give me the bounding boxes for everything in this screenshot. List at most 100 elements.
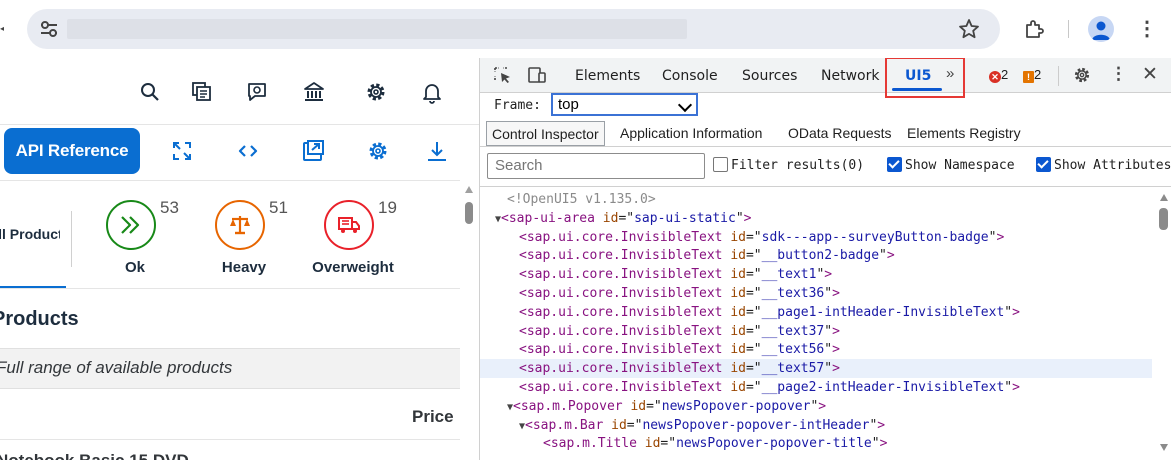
tree-node[interactable]: <!OpenUI5 v1.135.0> <box>480 190 1152 209</box>
tree-attr-name: id <box>730 248 746 264</box>
subtab-elements-registry[interactable]: Elements Registry <box>902 121 1026 146</box>
tree-attr-value: newsPopover-popover-intHeader <box>642 417 870 433</box>
tree-node[interactable]: ▼<sap.m.Popover id="newsPopover-popover"… <box>480 397 1152 416</box>
toolbar-divider <box>0 180 460 181</box>
kebab-icon[interactable]: ⋮ <box>1110 64 1127 84</box>
tree-attr-name: id <box>730 323 746 339</box>
show-namespace-label: Show Namespace <box>905 158 1015 173</box>
star-icon[interactable] <box>957 17 981 41</box>
scroll-up-arrow[interactable] <box>465 186 473 193</box>
gear-icon[interactable] <box>1072 65 1092 85</box>
scroll-up-arrow[interactable] <box>1160 194 1168 201</box>
puzzle-icon[interactable] <box>1022 17 1046 41</box>
tree-tag-name: sap.ui.core.InvisibleText <box>526 342 723 358</box>
close-icon[interactable]: ✕ <box>1142 63 1158 86</box>
scrollbar-thumb[interactable] <box>465 202 473 224</box>
subtab-odata-requests[interactable]: OData Requests <box>783 121 897 146</box>
error-icon: ✕ <box>989 71 1001 83</box>
tree-attr-value: __text56 <box>761 342 825 358</box>
scroll-down-arrow[interactable] <box>1160 444 1168 451</box>
tree-attr-value: sap-ui-static <box>634 210 736 226</box>
code-icon[interactable] <box>236 139 260 163</box>
warning-count-badge[interactable]: ! 2 <box>1023 67 1041 83</box>
tree-attr-value: __page1-intHeader-InvisibleText <box>761 304 1005 320</box>
address-bar[interactable] <box>27 9 1000 49</box>
api-reference-button[interactable]: API Reference <box>4 128 140 174</box>
tab-ok[interactable]: 53 Ok <box>80 198 190 288</box>
fullscreen-icon[interactable] <box>170 139 194 163</box>
profile-icon[interactable] <box>1088 16 1114 42</box>
tree-node[interactable]: <sap.ui.core.InvisibleText id="__button2… <box>480 246 1152 265</box>
section-title: Products <box>0 308 79 330</box>
tune-icon[interactable] <box>39 20 59 38</box>
tab-count: 19 <box>378 198 397 217</box>
tree-attr-name: id <box>611 417 627 433</box>
gear-icon[interactable] <box>366 139 390 163</box>
tab-elements[interactable]: Elements <box>575 68 640 84</box>
tab-heavy[interactable]: 51 Heavy <box>189 198 299 288</box>
filter-results-checkbox[interactable] <box>713 157 728 172</box>
app-scrollbar[interactable] <box>462 182 476 460</box>
tree-node[interactable]: ▼<sap-ui-area id="sap-ui-static"> <box>480 209 1152 228</box>
tree-node[interactable]: ▼<sap.m.Bar id="newsPopover-popover-intH… <box>480 416 1152 435</box>
bell-icon[interactable] <box>420 80 444 104</box>
notes-icon[interactable] <box>190 80 214 104</box>
feedback-icon[interactable] <box>245 80 269 104</box>
tab-all-products[interactable]: All Products <box>0 226 60 242</box>
tree-tag-name: sap-ui-area <box>508 210 595 226</box>
tree-node[interactable]: <sap.ui.core.InvisibleText id="__text37"… <box>480 322 1152 341</box>
table-row[interactable]: Notebook Basic 15 DVD <box>0 451 189 460</box>
tree-node[interactable]: <sap.m.Title id="newsPopover-popover-tit… <box>480 434 1152 453</box>
tree-node[interactable]: <sap.ui.core.InvisibleText id="__text1"> <box>480 265 1152 284</box>
tree-attr-name: id <box>730 267 746 283</box>
tree-tag-name: sap.ui.core.InvisibleText <box>526 380 723 395</box>
tree-scrollbar[interactable] <box>1155 190 1171 460</box>
tree-attr-name: id <box>602 210 619 226</box>
frame-selector-row: Frame: top <box>480 92 1171 120</box>
gear-icon[interactable] <box>364 80 388 104</box>
inspect-element-icon[interactable] <box>493 66 513 84</box>
frame-label: Frame: <box>494 98 541 113</box>
tree-node[interactable]: <sap.ui.core.InvisibleText id="__text56"… <box>480 340 1152 359</box>
toolbar-separator <box>1068 20 1069 38</box>
frame-select[interactable]: top <box>551 93 698 116</box>
tab-overweight[interactable]: 19 Overweight <box>298 198 408 288</box>
tab-label: Ok <box>124 259 145 276</box>
price-column-header[interactable]: Price <box>412 407 454 427</box>
ui5-subtabs: Control Inspector Application Informatio… <box>486 121 1171 146</box>
error-count-badge[interactable]: ✕ 2 <box>989 67 1008 83</box>
tree-node[interactable]: <sap.ui.core.InvisibleText id="__text36"… <box>480 284 1152 303</box>
arrow-back-icon[interactable]: ◀ <box>0 18 4 40</box>
tree-node[interactable]: <sap.ui.core.InvisibleText id="__text57"… <box>480 359 1152 379</box>
scrollbar-thumb[interactable] <box>1159 208 1168 230</box>
header-divider <box>0 288 460 289</box>
forward-icon <box>106 200 156 250</box>
download-icon[interactable] <box>425 139 449 163</box>
tree-attr-name: id <box>730 361 746 377</box>
more-tabs-chevron-icon[interactable]: » <box>946 65 954 82</box>
truck-icon <box>324 200 374 250</box>
bank-icon[interactable] <box>302 80 326 104</box>
show-attributes-label: Show Attributes <box>1054 158 1171 173</box>
tree-attr-value: __button2-badge <box>761 248 880 264</box>
subtab-application-information[interactable]: Application Information <box>615 121 767 146</box>
tab-separator <box>71 211 72 267</box>
filter-results-label: Filter results(0) <box>731 158 865 173</box>
tree-node[interactable]: <sap.ui.core.InvisibleText id="sdk---app… <box>480 228 1152 247</box>
search-icon[interactable] <box>138 80 162 104</box>
tree-attr-value: __text36 <box>761 286 825 301</box>
subtab-control-inspector[interactable]: Control Inspector <box>486 121 605 146</box>
external-link-icon[interactable] <box>301 139 325 163</box>
kebab-icon[interactable]: ⋮ <box>1137 18 1157 40</box>
tree-node[interactable]: <sap.ui.core.InvisibleText id="__page2-i… <box>480 378 1152 397</box>
show-namespace-checkbox[interactable] <box>887 157 902 172</box>
ui5-app-page: API Reference All Products 53 Ok <box>0 58 479 460</box>
tab-count: 51 <box>269 198 288 217</box>
tab-sources[interactable]: Sources <box>742 68 797 84</box>
device-toolbar-icon[interactable] <box>527 66 547 84</box>
search-input[interactable]: Search <box>487 153 705 179</box>
tab-network[interactable]: Network <box>821 68 879 84</box>
tab-console[interactable]: Console <box>662 68 718 84</box>
show-attributes-checkbox[interactable] <box>1036 157 1051 172</box>
tree-node[interactable]: <sap.ui.core.InvisibleText id="__page1-i… <box>480 303 1152 322</box>
